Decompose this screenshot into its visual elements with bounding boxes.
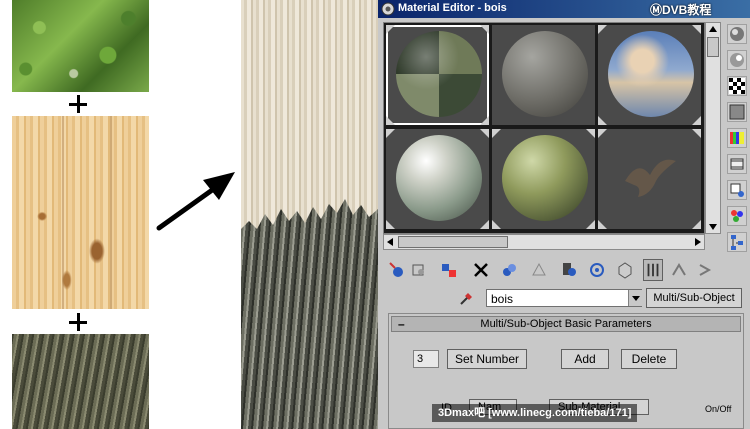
reset-icon[interactable]	[471, 259, 491, 281]
material-slot-1[interactable]	[386, 25, 489, 125]
marble-sphere-icon	[396, 135, 482, 221]
go-forward-sibling-icon[interactable]	[695, 259, 715, 281]
add-button[interactable]: Add	[561, 349, 609, 369]
assign-material-icon[interactable]	[439, 259, 459, 281]
material-name-field[interactable]: bois	[486, 289, 642, 307]
material-slot-4[interactable]	[386, 129, 489, 229]
arrow-icon	[156, 172, 235, 231]
composite-texture	[241, 0, 378, 429]
video-color-check-icon[interactable]	[727, 128, 747, 148]
bottom-watermark: 3Dmax吧 [www.linecg.com/tieba/171]	[432, 404, 638, 422]
material-type-button[interactable]: Multi/Sub-Object	[646, 288, 742, 308]
put-to-library-icon[interactable]	[559, 259, 579, 281]
watermark-logo: ⓂDVB教程	[650, 3, 712, 17]
uv-tiling-icon[interactable]	[727, 102, 747, 122]
slots-horizontal-scrollbar[interactable]	[383, 234, 705, 250]
material-effects-channel-icon[interactable]	[587, 259, 607, 281]
chevron-down-icon	[632, 296, 640, 301]
material-editor-window: Material Editor - bois ⓂDVB教程 bois Multi…	[378, 0, 750, 429]
app-icon	[381, 2, 395, 16]
material-slot-2[interactable]	[492, 25, 595, 125]
moss-sphere-icon	[502, 135, 588, 221]
grey-stone-sphere-icon	[502, 31, 588, 117]
plus-icon	[68, 312, 88, 332]
sky-sphere-icon	[608, 31, 694, 117]
make-unique-icon[interactable]	[529, 259, 549, 281]
column-header-on-off: On/Off	[705, 404, 732, 414]
sample-slots	[383, 22, 705, 234]
make-copy-icon[interactable]	[499, 259, 519, 281]
title-bar: Material Editor - bois ⓂDVB教程	[378, 0, 750, 18]
material-name-dropdown[interactable]	[628, 290, 643, 306]
plus-icon	[68, 94, 88, 114]
moss-texture	[12, 0, 149, 92]
bird-decal-icon	[625, 159, 676, 197]
set-number-button[interactable]: Set Number	[447, 349, 527, 369]
make-preview-icon[interactable]	[727, 154, 747, 174]
rollout-title: Multi/Sub-Object Basic Parameters	[480, 318, 652, 330]
get-material-icon[interactable]	[387, 259, 407, 281]
pick-material-from-object-icon[interactable]	[458, 289, 476, 307]
background-checker-icon[interactable]	[727, 76, 747, 96]
material-slot-5[interactable]	[492, 129, 595, 229]
bark-texture	[12, 334, 149, 429]
rollout-header[interactable]: – Multi/Sub-Object Basic Parameters	[391, 316, 741, 332]
material-slot-3[interactable]	[598, 25, 701, 125]
sample-tools-column	[726, 22, 748, 252]
backlight-icon[interactable]	[727, 50, 747, 70]
options-icon[interactable]	[727, 180, 747, 200]
material-map-navigator-icon[interactable]	[727, 232, 747, 252]
sample-type-sphere-icon[interactable]	[727, 24, 747, 44]
put-to-scene-icon[interactable]	[409, 259, 429, 281]
delete-button[interactable]: Delete	[621, 349, 677, 369]
show-map-icon[interactable]	[615, 259, 635, 281]
go-to-parent-icon[interactable]	[669, 259, 689, 281]
material-slot-6[interactable]	[598, 129, 701, 229]
show-end-result-icon[interactable]	[643, 259, 663, 281]
slots-vertical-scrollbar[interactable]	[705, 22, 721, 234]
select-by-material-icon[interactable]	[727, 206, 747, 226]
number-of-materials-field[interactable]: 3	[413, 350, 439, 368]
wood-texture	[12, 116, 149, 309]
material-toolbar	[383, 259, 745, 283]
window-title: Material Editor - bois	[398, 2, 507, 14]
multi-sub-checker-sphere-icon	[396, 31, 482, 117]
